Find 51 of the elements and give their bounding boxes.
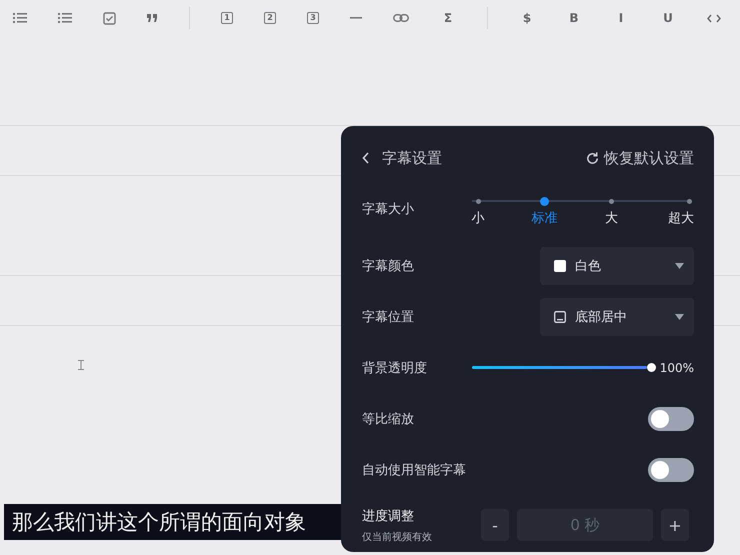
heading-button[interactable]: 3 <box>307 12 319 24</box>
setting-label: 字幕大小 <box>362 201 414 218</box>
size-step-label[interactable]: 小 <box>472 209 484 227</box>
offset-field[interactable]: 0 秒 <box>517 509 653 541</box>
setting-label: 背景透明度 <box>362 360 427 376</box>
caret-icon <box>675 314 684 320</box>
setting-hint: 仅当前视频有效 <box>362 530 432 544</box>
color-dropdown[interactable]: 白色 <box>540 246 694 284</box>
slider-handle[interactable] <box>646 363 656 372</box>
opacity-reading: 100% <box>660 360 694 374</box>
link-icon[interactable] <box>393 14 409 22</box>
checkbox-icon[interactable] <box>103 12 116 24</box>
size-step-label[interactable]: 大 <box>604 209 618 227</box>
setting-label: 自动使用智能字幕 <box>362 462 466 478</box>
refresh-icon <box>585 150 600 166</box>
format-button[interactable]: Σ <box>440 11 456 25</box>
code-icon[interactable] <box>707 14 721 22</box>
setting-label: 进度调整 <box>362 508 415 524</box>
heading-button[interactable]: 2 <box>264 12 276 24</box>
format-button[interactable]: I <box>613 11 629 25</box>
size-step-label[interactable]: 超大 <box>668 209 694 227</box>
size-step-dot[interactable] <box>608 199 614 204</box>
decrease-button[interactable]: - <box>481 509 509 541</box>
size-step-dot[interactable] <box>540 197 550 206</box>
size-step-dot[interactable] <box>476 199 480 204</box>
size-step-label[interactable]: 标准 <box>532 209 558 227</box>
quote-icon[interactable] <box>147 14 158 22</box>
setting-label: 等比缩放 <box>362 410 414 428</box>
format-button[interactable]: B <box>566 11 582 25</box>
size-step-dot[interactable] <box>686 199 692 204</box>
setting-label: 字幕颜色 <box>362 258 414 274</box>
toggle-switch[interactable] <box>648 406 694 430</box>
caret-icon <box>675 262 684 268</box>
list-icon[interactable] <box>58 12 72 24</box>
dropdown-value: 底部居中 <box>575 308 628 326</box>
color-swatch <box>554 260 566 272</box>
setting-label: 字幕位置 <box>362 308 414 326</box>
format-button[interactable]: $ <box>519 11 535 25</box>
dropdown-value: 白色 <box>575 258 602 274</box>
reset-button[interactable]: 恢复默认设置 <box>585 148 694 168</box>
subtitle-text: 那么我们讲这个所谓的面向对象 <box>12 509 306 536</box>
back-button[interactable]: 字幕设置 <box>362 148 442 168</box>
screen-bottom-icon <box>554 310 566 322</box>
increase-button[interactable]: + <box>661 509 689 541</box>
toggle-switch[interactable] <box>648 458 694 482</box>
horizontal-rule-icon[interactable] <box>350 17 362 19</box>
text-cursor-icon <box>78 360 84 370</box>
heading-button[interactable]: 1 <box>221 12 233 24</box>
list-icon[interactable] <box>13 12 27 24</box>
position-dropdown[interactable]: 底部居中 <box>540 298 694 336</box>
format-button[interactable]: U <box>660 11 676 25</box>
